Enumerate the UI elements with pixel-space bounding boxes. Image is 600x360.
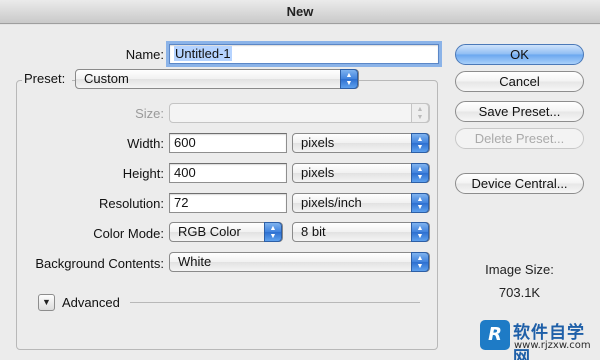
name-label: Name: [125, 47, 164, 62]
ok-button[interactable]: OK [455, 44, 584, 65]
updown-arrows-icon: ▲ ▼ [411, 222, 429, 242]
resolution-label: Resolution: [98, 196, 164, 211]
background-contents-value: White [178, 254, 212, 269]
resolution-unit-select[interactable]: pixels/inch ▲ ▼ [292, 193, 430, 213]
width-label: Width: [127, 136, 164, 151]
advanced-label: Advanced [62, 295, 120, 310]
width-unit-value: pixels [301, 135, 335, 150]
preset-select[interactable]: Custom ▲ ▼ [75, 69, 359, 89]
width-unit-select[interactable]: pixels ▲ ▼ [292, 133, 430, 153]
updown-arrows-icon: ▲ ▼ [411, 252, 429, 272]
height-unit-select[interactable]: pixels ▲ ▼ [292, 163, 430, 183]
watermark-text: 软件自学网 [513, 323, 585, 360]
updown-arrows-icon: ▲ ▼ [264, 222, 282, 242]
updown-arrows-icon: ▲ ▼ [411, 133, 429, 153]
triangle-down-icon: ▼ [42, 297, 51, 307]
dialog-content: Name: Untitled-1 Preset: Custom ▲ ▼ Size:… [0, 25, 600, 360]
advanced-divider [130, 302, 420, 303]
name-field-value: Untitled-1 [174, 46, 232, 61]
height-label: Height: [122, 166, 164, 181]
background-contents-label: Background Contents: [35, 256, 164, 271]
watermark-logo-icon: R [480, 320, 510, 350]
preset-select-value: Custom [84, 71, 129, 86]
save-preset-button[interactable]: Save Preset... [455, 101, 584, 122]
image-size-label: Image Size: [485, 262, 554, 277]
updown-arrows-icon: ▲ ▼ [411, 163, 429, 183]
color-mode-select[interactable]: RGB Color ▲ ▼ [169, 222, 283, 242]
color-mode-label: Color Mode: [93, 226, 164, 241]
width-field[interactable]: 600 [169, 133, 287, 153]
watermark-url: www.rjzxw.com [514, 340, 591, 351]
preset-label: Preset: [22, 71, 72, 86]
size-select: ▲ ▼ [169, 103, 430, 123]
color-mode-value: RGB Color [178, 224, 241, 239]
bit-depth-value: 8 bit [301, 224, 326, 239]
device-central-button[interactable]: Device Central... [455, 173, 584, 194]
height-unit-value: pixels [301, 165, 335, 180]
updown-arrows-icon: ▲ ▼ [411, 193, 429, 213]
background-contents-select[interactable]: White ▲ ▼ [169, 252, 430, 272]
window-title: New [0, 0, 600, 24]
image-size-value: 703.1K [498, 285, 541, 300]
updown-arrows-icon: ▲ ▼ [340, 69, 358, 89]
delete-preset-button: Delete Preset... [455, 128, 584, 149]
height-field[interactable]: 400 [169, 163, 287, 183]
name-field[interactable]: Untitled-1 [169, 44, 439, 64]
updown-arrows-icon: ▲ ▼ [411, 103, 429, 123]
resolution-field[interactable]: 72 [169, 193, 287, 213]
watermark-logo: R 软件自学网 www.rjzxw.com [480, 318, 598, 360]
size-label: Size: [135, 106, 164, 121]
resolution-unit-value: pixels/inch [301, 195, 362, 210]
cancel-button[interactable]: Cancel [455, 71, 584, 92]
advanced-disclosure-button[interactable]: ▼ [38, 294, 55, 311]
bit-depth-select[interactable]: 8 bit ▲ ▼ [292, 222, 430, 242]
